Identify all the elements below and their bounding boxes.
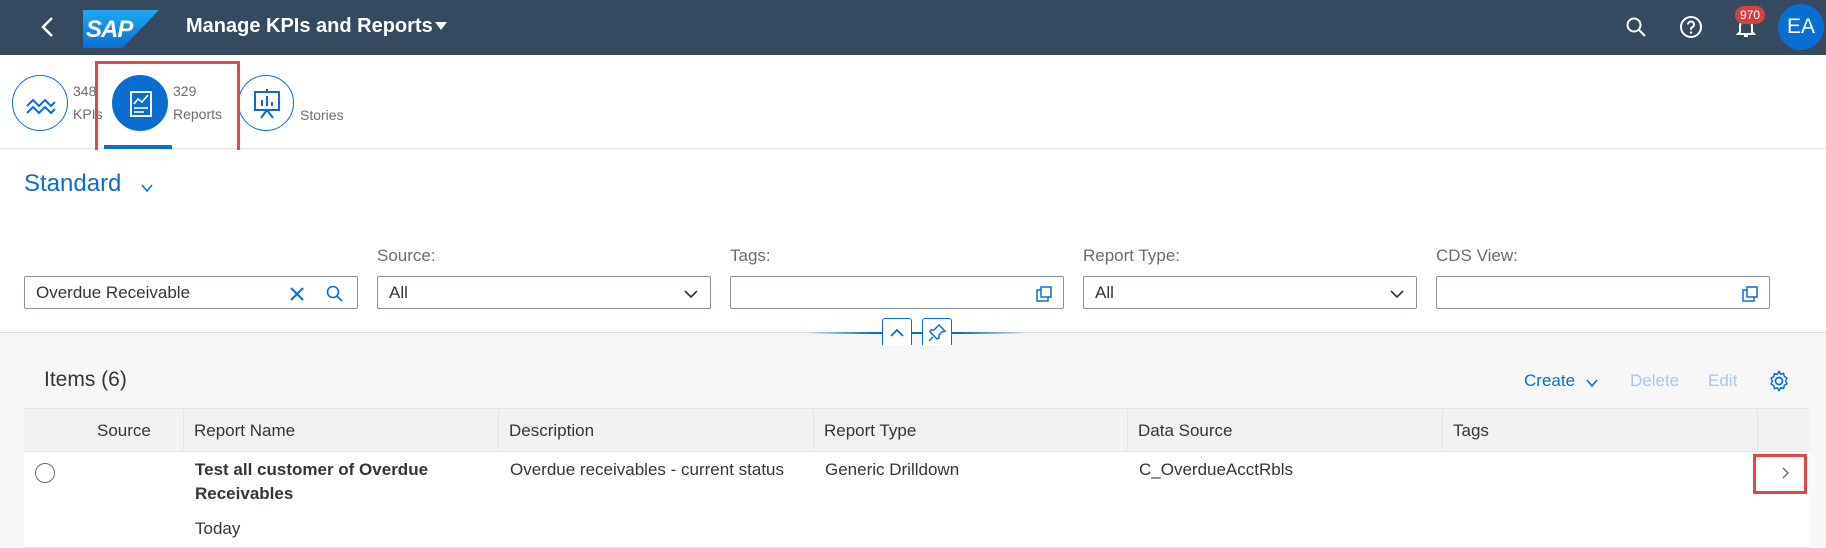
chevron-down-icon <box>1390 290 1404 299</box>
report-name-line1: Test all customer of Overdue <box>195 460 429 479</box>
value-help-icon[interactable] <box>1034 284 1054 304</box>
gear-icon[interactable] <box>1767 369 1791 393</box>
title-dropdown-icon[interactable] <box>435 22 447 30</box>
tags-label: Tags: <box>730 246 771 265</box>
source-value: All <box>389 283 408 302</box>
shell-bar: SAP Manage KPIs and Reports 970 EA <box>0 0 1826 55</box>
table-title: Items (6) <box>44 368 127 391</box>
logo-text: SAP <box>86 16 133 43</box>
row-report-type: Generic Drilldown <box>825 460 960 479</box>
report-type-value: All <box>1095 283 1114 302</box>
create-button[interactable]: Create <box>1524 371 1575 391</box>
column-data-source[interactable]: Data Source <box>1128 409 1443 453</box>
user-avatar[interactable]: EA <box>1778 4 1824 50</box>
column-report-type[interactable]: Report Type <box>814 409 1128 453</box>
help-icon[interactable] <box>1679 15 1703 39</box>
sap-logo[interactable]: SAP <box>83 10 159 48</box>
back-icon[interactable] <box>34 12 62 42</box>
chevron-down-icon[interactable] <box>139 180 155 196</box>
search-icon[interactable] <box>325 284 345 304</box>
tags-input[interactable] <box>730 276 1064 309</box>
search-icon[interactable] <box>1624 15 1648 39</box>
pin-header-button[interactable] <box>922 318 952 348</box>
row-description: Overdue receivables - current status <box>510 460 785 479</box>
kpi-trend-icon <box>12 75 68 131</box>
app-title[interactable]: Manage KPIs and Reports <box>186 15 433 38</box>
delete-button[interactable]: Delete <box>1630 371 1679 391</box>
filter-bar: Standard Overdue Receivable Source: All … <box>0 150 1826 333</box>
notification-badge: 970 <box>1735 6 1766 24</box>
value-help-icon[interactable] <box>1740 284 1760 304</box>
header-collapse-divider <box>806 332 1026 334</box>
row-modified: Today <box>195 519 241 538</box>
table-header: Source Report Name Description Report Ty… <box>24 408 1810 453</box>
row-data-source: C_OverdueAcctRbls <box>1139 460 1294 479</box>
icon-tab-bar: 348 KPIs 329 Reports Stories <box>0 55 1826 149</box>
cds-view-input[interactable] <box>1436 276 1770 309</box>
row-select-radio[interactable] <box>35 463 55 483</box>
source-label: Source: <box>377 246 436 265</box>
highlight-reports-tab <box>95 61 240 162</box>
pin-icon <box>928 323 947 342</box>
source-select[interactable]: All <box>377 276 711 309</box>
column-description[interactable]: Description <box>499 409 814 453</box>
chevron-up-icon <box>890 328 904 337</box>
column-report-name[interactable]: Report Name <box>184 409 499 453</box>
chevron-down-icon <box>684 290 698 299</box>
presentation-icon <box>238 75 294 131</box>
search-value: Overdue Receivable <box>36 283 191 302</box>
search-input[interactable]: Overdue Receivable <box>24 276 358 309</box>
chevron-down-icon[interactable] <box>1585 376 1599 390</box>
row-report-name[interactable]: Test all customer of Overdue Receivables <box>195 458 428 506</box>
table-row[interactable]: Test all customer of Overdue Receivables… <box>24 452 1810 548</box>
report-name-line2: Receivables <box>195 484 294 503</box>
collapse-header-button[interactable] <box>882 318 912 348</box>
report-type-select[interactable]: All <box>1083 276 1417 309</box>
edit-button[interactable]: Edit <box>1708 371 1737 391</box>
column-source[interactable]: Source <box>24 409 184 453</box>
highlight-row-navigation <box>1753 454 1807 494</box>
clear-icon[interactable] <box>287 284 307 304</box>
report-type-label: Report Type: <box>1083 246 1181 265</box>
variant-title[interactable]: Standard <box>24 170 121 198</box>
cds-view-label: CDS View: <box>1436 246 1518 265</box>
column-tags[interactable]: Tags <box>1443 409 1758 453</box>
tab-kpis-count: 348 <box>73 83 97 99</box>
tab-stories-label: Stories <box>300 107 344 123</box>
